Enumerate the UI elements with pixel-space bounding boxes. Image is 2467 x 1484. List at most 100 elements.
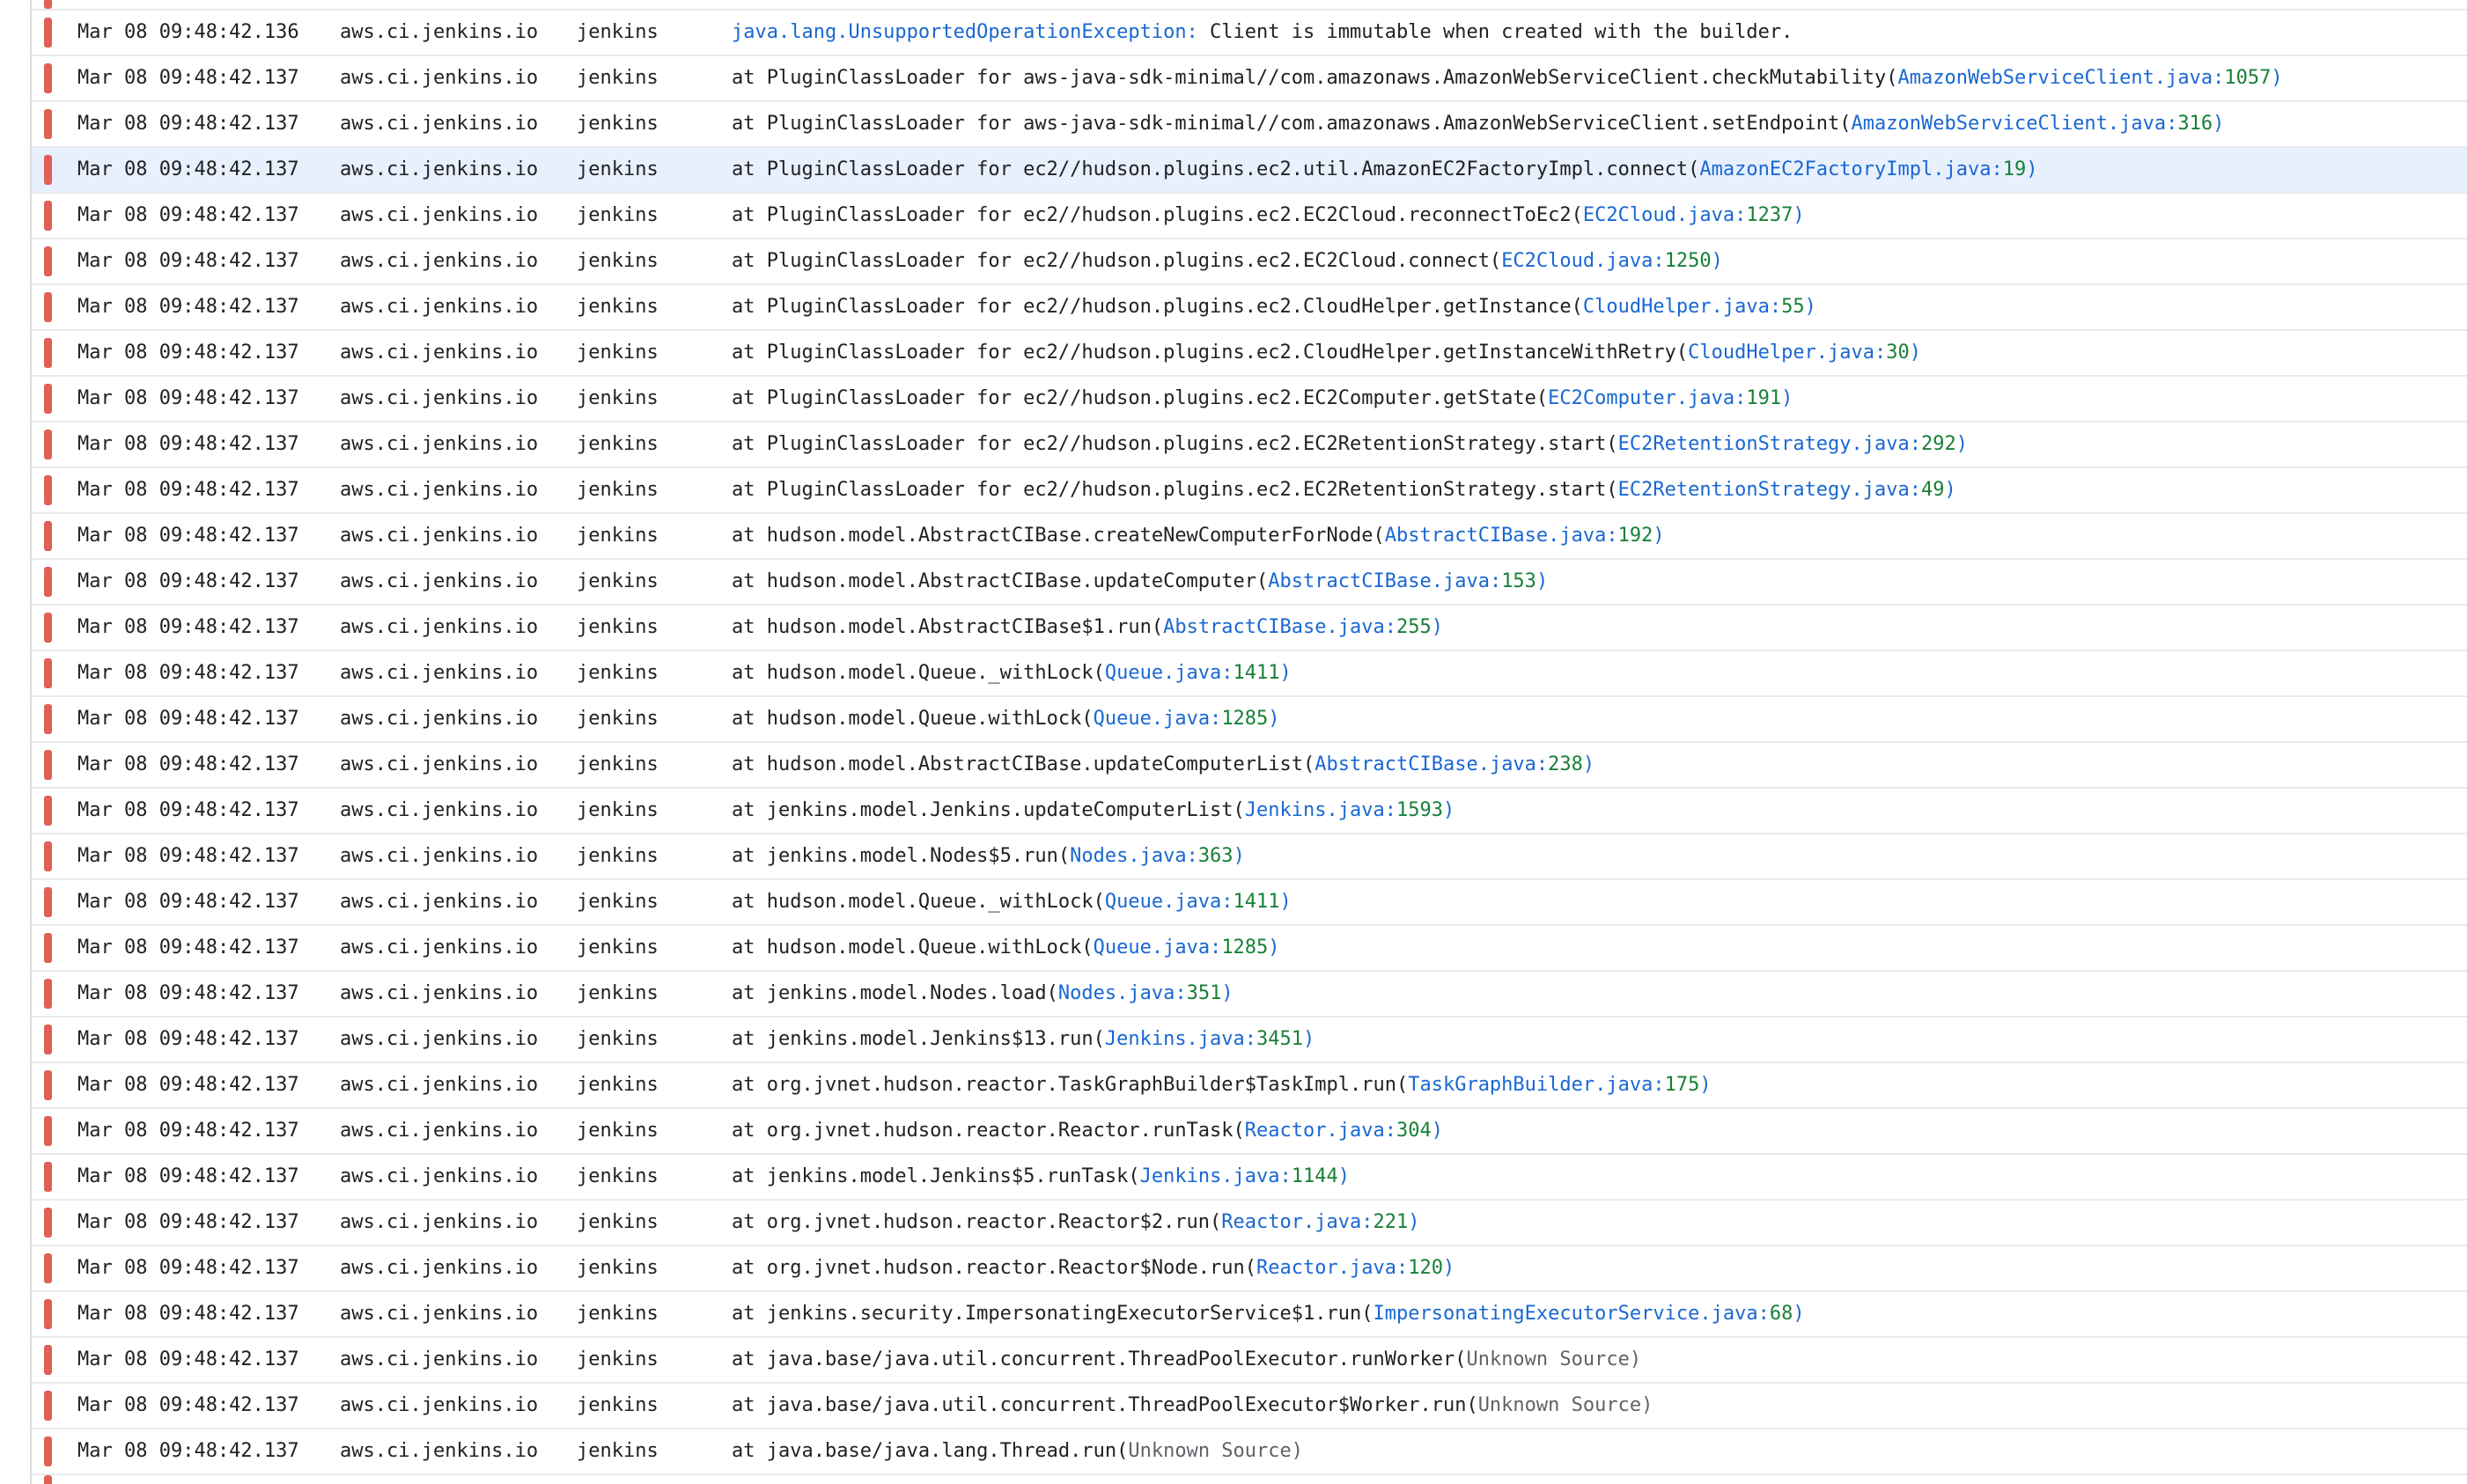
line-number[interactable]: 1250 — [1665, 250, 1712, 272]
log-row[interactable]: Mar 08 09:48:42.137 aws.ci.jenkins.io jenk… — [32, 194, 2467, 239]
log-row[interactable]: Mar 08 09:48:42.137 aws.ci.jenkins.io jenk… — [32, 1292, 2467, 1338]
frame-close-paren: ) — [1909, 342, 1922, 364]
log-message: at java.base/java.util.concurrent.Thread… — [732, 1338, 1641, 1382]
log-row[interactable]: Mar 08 09:48:42.137 aws.ci.jenkins.io jenk… — [32, 331, 2467, 377]
log-row[interactable]: Mar 08 09:48:42.137 aws.ci.jenkins.io jenk… — [32, 1429, 2467, 1475]
source-file-link[interactable]: TaskGraphBuilder.java: — [1408, 1074, 1664, 1096]
log-row[interactable]: Mar 08 09:48:42.137 aws.ci.jenkins.io jenk… — [32, 697, 2467, 743]
line-number[interactable]: 153 — [1501, 570, 1536, 592]
log-message: at java.base/java.lang.Thread.run(Unknow… — [732, 1429, 1303, 1473]
severity-error-icon — [44, 1208, 52, 1238]
log-row[interactable]: Mar 08 09:48:42.137 aws.ci.jenkins.io jenk… — [32, 468, 2467, 514]
source-file-link[interactable]: EC2Computer.java: — [1548, 387, 1746, 409]
log-row[interactable]: Mar 08 09:48:42.137 aws.ci.jenkins.io jenk… — [32, 285, 2467, 331]
host: aws.ci.jenkins.io — [340, 21, 539, 43]
source-file-link[interactable]: Nodes.java: — [1070, 845, 1198, 867]
log-row[interactable]: Mar 08 09:48:42.137 aws.ci.jenkins.io jenk… — [32, 560, 2467, 606]
line-number[interactable]: 30 — [1886, 342, 1910, 364]
log-row[interactable]: Mar 08 09:48:42.137 aws.ci.jenkins.io jenk… — [32, 1201, 2467, 1246]
line-number[interactable]: 1057 — [2224, 67, 2271, 89]
log-row[interactable]: Mar 08 09:48:42.137 aws.ci.jenkins.io jenk… — [32, 56, 2467, 102]
line-number[interactable]: 1285 — [1221, 708, 1268, 730]
source-file-link[interactable]: EC2Cloud.java: — [1583, 204, 1746, 226]
source-file-link[interactable]: CloudHelper.java: — [1583, 296, 1781, 318]
line-number[interactable]: 1593 — [1396, 799, 1443, 821]
source-file-link[interactable]: Nodes.java: — [1058, 982, 1187, 1004]
log-row[interactable]: Mar 08 09:48:42.137 aws.ci.jenkins.io jenk… — [32, 1109, 2467, 1155]
source-file-link[interactable]: Queue.java: — [1105, 662, 1234, 684]
source-file-link[interactable]: EC2RetentionStrategy.java: — [1618, 433, 1921, 455]
log-row[interactable]: Mar 08 09:48:42.137 aws.ci.jenkins.io jenk… — [32, 102, 2467, 148]
line-number[interactable]: 192 — [1618, 525, 1653, 547]
source-file-link[interactable]: Reactor.java: — [1221, 1211, 1373, 1233]
line-number[interactable]: 292 — [1921, 433, 1956, 455]
log-row[interactable]: Mar 08 09:48:42.137 aws.ci.jenkins.io jenk… — [32, 377, 2467, 422]
line-number[interactable]: 363 — [1198, 845, 1234, 867]
line-number[interactable]: 238 — [1548, 753, 1583, 775]
log-row[interactable]: Mar 08 09:48:42.137 aws.ci.jenkins.io jenk… — [32, 148, 2467, 194]
log-row[interactable]: Mar 08 09:48:42.137 aws.ci.jenkins.io jenk… — [32, 1246, 2467, 1292]
source-file-link[interactable]: AmazonWebServiceClient.java: — [1852, 113, 2178, 135]
log-row[interactable]: Mar 08 09:48:42.137 aws.ci.jenkins.io jenk… — [32, 1338, 2467, 1384]
line-number[interactable]: 1411 — [1234, 662, 1280, 684]
line-number[interactable]: 191 — [1746, 387, 1781, 409]
line-number[interactable]: 1411 — [1234, 891, 1280, 913]
partial-log-row-top[interactable] — [32, 0, 2467, 11]
line-number[interactable]: 175 — [1665, 1074, 1700, 1096]
source-file-link[interactable]: Jenkins.java: — [1140, 1165, 1292, 1187]
log-row[interactable]: Mar 08 09:48:42.137 aws.ci.jenkins.io jenk… — [32, 926, 2467, 972]
line-number[interactable]: 120 — [1408, 1257, 1443, 1279]
line-number[interactable]: 1237 — [1746, 204, 1793, 226]
source-file-link[interactable]: AbstractCIBase.java: — [1385, 525, 1618, 547]
line-number[interactable]: 316 — [2177, 113, 2213, 135]
log-row[interactable]: Mar 08 09:48:42.136 aws.ci.jenkins.io jenk… — [32, 11, 2467, 56]
frame-close-paren: ) — [2271, 67, 2283, 89]
log-row[interactable]: Mar 08 09:48:42.137 aws.ci.jenkins.io jenk… — [32, 651, 2467, 697]
line-number[interactable]: 1144 — [1292, 1165, 1338, 1187]
log-message: at jenkins.security.ImpersonatingExecuto… — [732, 1292, 1805, 1336]
source-file-link[interactable]: AbstractCIBase.java: — [1163, 616, 1396, 638]
line-number[interactable]: 49 — [1921, 479, 1945, 501]
service: jenkins — [577, 1211, 659, 1233]
log-row[interactable]: Mar 08 09:48:42.137 aws.ci.jenkins.io jenk… — [32, 972, 2467, 1017]
line-number[interactable]: 55 — [1781, 296, 1805, 318]
log-row[interactable]: Mar 08 09:48:42.137 aws.ci.jenkins.io jenk… — [32, 1017, 2467, 1063]
source-file-link[interactable]: EC2RetentionStrategy.java: — [1618, 479, 1921, 501]
log-row[interactable]: Mar 08 09:48:42.137 aws.ci.jenkins.io jenk… — [32, 1063, 2467, 1109]
line-number[interactable]: 221 — [1373, 1211, 1408, 1233]
log-message: at jenkins.model.Jenkins$13.run(Jenkins.… — [732, 1017, 1315, 1062]
source-file-link[interactable]: AmazonWebServiceClient.java: — [1898, 67, 2225, 89]
line-number[interactable]: 3451 — [1256, 1028, 1303, 1050]
log-row[interactable]: Mar 08 09:48:42.137 aws.ci.jenkins.io jenk… — [32, 514, 2467, 560]
log-row[interactable]: Mar 08 09:48:42.137 aws.ci.jenkins.io jenk… — [32, 1384, 2467, 1429]
log-row[interactable]: Mar 08 09:48:42.137 aws.ci.jenkins.io jenk… — [32, 789, 2467, 834]
source-file-link[interactable]: ImpersonatingExecutorService.java: — [1373, 1303, 1769, 1325]
source-file-link[interactable]: CloudHelper.java: — [1688, 342, 1886, 364]
line-number[interactable]: 304 — [1396, 1120, 1432, 1142]
source-file-link[interactable]: AbstractCIBase.java: — [1315, 753, 1548, 775]
log-row[interactable]: Mar 08 09:48:42.137 aws.ci.jenkins.io jenk… — [32, 743, 2467, 789]
source-file-link[interactable]: Reactor.java: — [1256, 1257, 1408, 1279]
log-message: at hudson.model.AbstractCIBase.updateCom… — [732, 560, 1548, 604]
source-file-link[interactable]: Reactor.java: — [1245, 1120, 1396, 1142]
line-number[interactable]: 255 — [1396, 616, 1432, 638]
log-row[interactable]: Mar 08 09:48:42.137 aws.ci.jenkins.io jenk… — [32, 880, 2467, 926]
log-row[interactable]: Mar 08 09:48:42.137 aws.ci.jenkins.io jenk… — [32, 422, 2467, 468]
line-number[interactable]: 19 — [2003, 158, 2027, 180]
source-file-link[interactable]: AmazonEC2FactoryImpl.java: — [1699, 158, 2002, 180]
source-file-link[interactable]: Jenkins.java: — [1245, 799, 1396, 821]
source-file-link[interactable]: Jenkins.java: — [1105, 1028, 1256, 1050]
source-file-link[interactable]: Queue.java: — [1094, 708, 1222, 730]
source-file-link[interactable]: EC2Cloud.java: — [1501, 250, 1664, 272]
line-number[interactable]: 351 — [1187, 982, 1222, 1004]
source-file-link[interactable]: Queue.java: — [1105, 891, 1234, 913]
line-number[interactable]: 1285 — [1221, 937, 1268, 959]
log-row[interactable]: Mar 08 09:48:42.137 aws.ci.jenkins.io jenk… — [32, 606, 2467, 651]
line-number[interactable]: 68 — [1770, 1303, 1793, 1325]
source-file-link[interactable]: Queue.java: — [1094, 937, 1222, 959]
log-row[interactable]: Mar 08 09:48:42.137 aws.ci.jenkins.io jenk… — [32, 239, 2467, 285]
log-row[interactable]: Mar 08 09:48:42.137 aws.ci.jenkins.io jenk… — [32, 834, 2467, 880]
source-file-link[interactable]: AbstractCIBase.java: — [1268, 570, 1501, 592]
log-row[interactable]: Mar 08 09:48:42.137 aws.ci.jenkins.io jenk… — [32, 1155, 2467, 1201]
partial-log-row-bottom[interactable] — [32, 1475, 2467, 1484]
